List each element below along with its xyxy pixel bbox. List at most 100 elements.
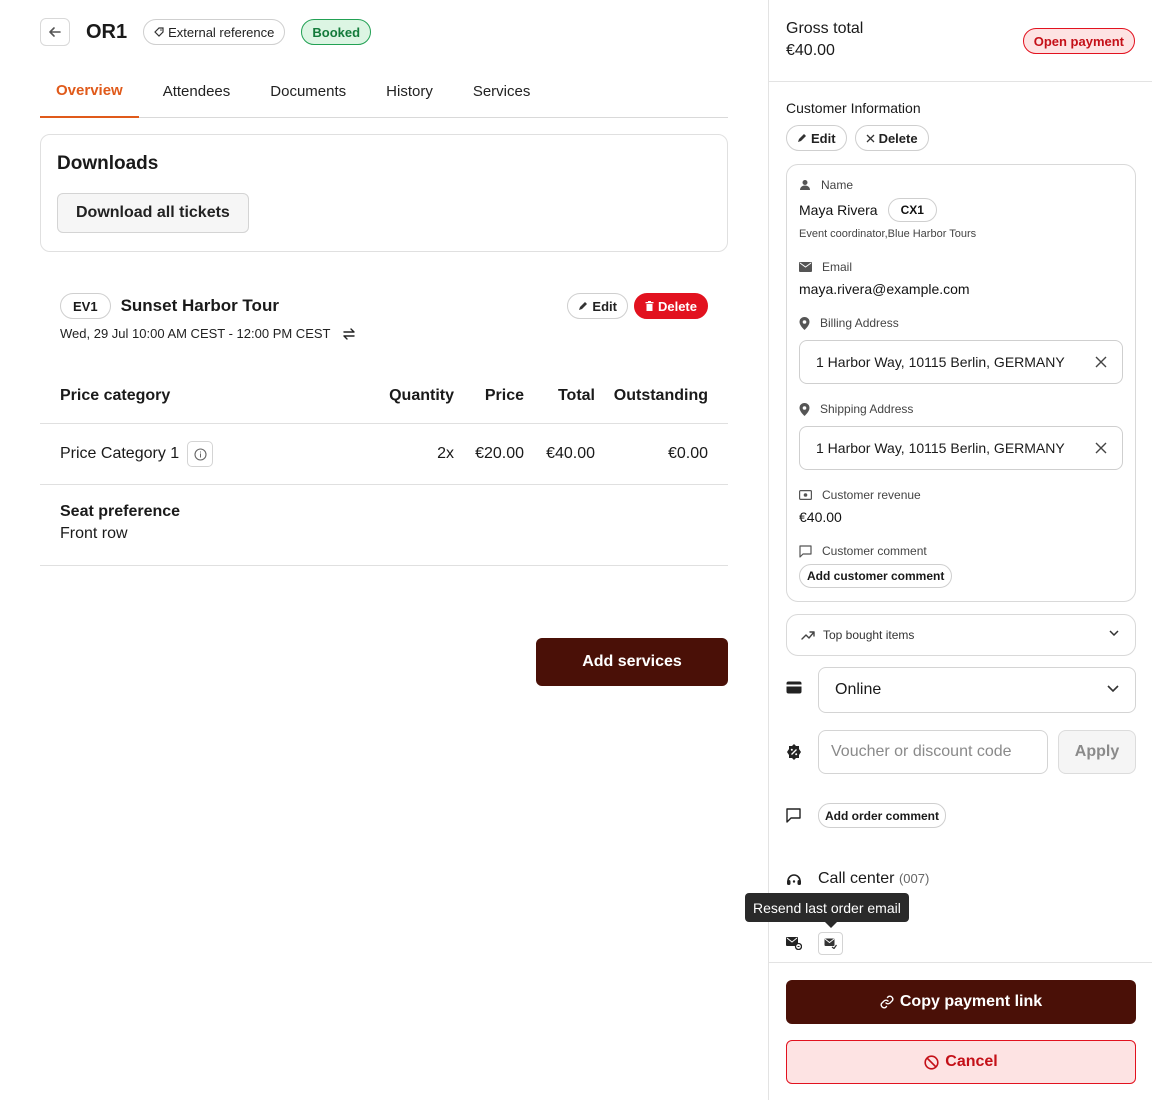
seat-preference: Seat preference Front row: [40, 485, 728, 566]
event-datetime-text: Wed, 29 Jul 10:00 AM CEST - 12:00 PM CES…: [60, 326, 331, 341]
outstanding-cell: €0.00: [667, 445, 708, 462]
shipping-address-label: Shipping Address: [799, 402, 913, 416]
headset-icon: [787, 874, 801, 885]
copy-payment-link-button[interactable]: Copy payment link: [786, 980, 1136, 1024]
email-sync-icon: [786, 937, 802, 950]
order-id: OR1: [86, 20, 128, 43]
back-button[interactable]: [40, 18, 70, 46]
resend-email-tooltip: Resend last order email: [745, 893, 909, 928]
delete-event-button[interactable]: Delete: [633, 293, 708, 319]
top-bought-items-label: Top bought items: [823, 628, 915, 642]
delete-customer-label: Delete: [878, 130, 918, 146]
discount-badge-icon: [787, 744, 801, 760]
event-name: Sunset Harbor Tour: [120, 296, 279, 315]
comment-label-text: Customer comment: [822, 544, 927, 558]
copy-payment-link-label: Copy payment link: [899, 993, 1043, 1010]
header-outstanding: Outstanding: [613, 386, 708, 404]
event-actions: Edit Delete: [567, 293, 708, 319]
tab-documents[interactable]: Documents: [254, 64, 362, 118]
header-quantity: Quantity: [389, 386, 454, 404]
downloads-title: Downloads: [57, 153, 159, 174]
edit-customer-label: Edit: [811, 130, 836, 146]
sales-channel-name: Call center: [818, 870, 895, 887]
price-category-name: Price Category 1: [60, 445, 180, 462]
payment-status-badge: Open payment: [1022, 28, 1135, 54]
tab-bar: Overview Attendees Documents History Ser…: [40, 64, 728, 118]
price-category-cell: Price Category 1: [40, 441, 366, 467]
customer-card: Name Maya Rivera CX1 Event coordinator,B…: [786, 164, 1136, 602]
name-field-label: Name: [799, 178, 853, 192]
price-cell: €20.00: [475, 445, 524, 462]
add-order-comment-button[interactable]: Add order comment: [818, 803, 947, 828]
tab-services[interactable]: Services: [457, 64, 547, 118]
voucher-input[interactable]: [818, 730, 1048, 774]
swap-arrows-icon[interactable]: [342, 327, 356, 340]
comment-icon: [786, 808, 801, 823]
email-field-label: Email: [799, 260, 852, 274]
delete-customer-button[interactable]: Delete: [854, 125, 929, 151]
location-pin-icon: [799, 402, 810, 416]
email-label-text: Email: [822, 260, 853, 274]
cash-icon: [799, 490, 812, 500]
payment-method-select[interactable]: Online: [818, 667, 1136, 713]
payment-method-value: Online: [835, 681, 882, 698]
tag-icon: [154, 27, 164, 37]
total-cell: €40.00: [546, 445, 595, 462]
clear-shipping-address-icon[interactable]: [1094, 441, 1108, 455]
tab-attendees[interactable]: Attendees: [147, 64, 247, 118]
shipping-label-text: Shipping Address: [820, 402, 914, 416]
order-main-panel: OR1 External reference Booked Overview A…: [40, 0, 728, 1100]
billing-address-field[interactable]: 1 Harbor Way, 10115 Berlin, GERMANY: [799, 340, 1123, 384]
name-label-text: Name: [821, 178, 854, 192]
edit-customer-button[interactable]: Edit: [786, 125, 847, 151]
trend-up-icon: [801, 631, 815, 640]
external-reference-button[interactable]: External reference: [143, 19, 286, 45]
tab-history[interactable]: History: [370, 64, 449, 118]
customer-id-badge[interactable]: CX1: [887, 198, 937, 222]
top-bought-items-toggle[interactable]: Top bought items: [786, 614, 1136, 656]
event-datetime: Wed, 29 Jul 10:00 AM CEST - 12:00 PM CES…: [60, 326, 356, 341]
ban-icon: [924, 1054, 939, 1070]
edit-event-button[interactable]: Edit: [567, 293, 628, 319]
billing-address-value: 1 Harbor Way, 10115 Berlin, GERMANY: [816, 354, 1065, 370]
envelope-icon: [799, 262, 812, 272]
order-header: OR1 External reference Booked: [40, 18, 372, 46]
info-button[interactable]: [187, 441, 214, 467]
price-table: Price category Quantity Price Total Outs…: [40, 368, 728, 566]
status-badge: Booked: [301, 19, 372, 45]
customer-comment-label: Customer comment: [799, 544, 927, 558]
download-all-tickets-button[interactable]: Download all tickets: [57, 193, 249, 233]
chevron-down-icon: [1109, 630, 1119, 637]
header-price-category: Price category: [60, 386, 171, 404]
customer-actions: Edit Delete: [786, 125, 929, 151]
tab-overview[interactable]: Overview: [40, 64, 139, 118]
cancel-order-label: Cancel: [945, 1053, 998, 1070]
resend-email-icon: [824, 938, 837, 949]
shipping-address-field[interactable]: 1 Harbor Way, 10115 Berlin, GERMANY: [799, 426, 1123, 470]
apply-voucher-button[interactable]: Apply: [1058, 730, 1136, 774]
trash-icon: [645, 301, 654, 311]
resend-order-email-button[interactable]: [818, 932, 843, 955]
seat-preference-label: Seat preference: [60, 503, 181, 520]
customer-revenue-value: €40.00: [799, 509, 842, 525]
price-table-header: Price category Quantity Price Total Outs…: [40, 368, 728, 424]
customer-email: maya.rivera@example.com: [799, 281, 970, 297]
info-icon: [194, 447, 207, 461]
shipping-address-value: 1 Harbor Way, 10115 Berlin, GERMANY: [816, 440, 1065, 456]
arrow-left-icon: [49, 27, 61, 37]
gross-total-section: Gross total €40.00 Open payment: [769, 0, 1152, 82]
billing-label-text: Billing Address: [820, 316, 899, 330]
edit-event-label: Edit: [592, 298, 617, 314]
billing-address-label: Billing Address: [799, 316, 899, 330]
clear-billing-address-icon[interactable]: [1094, 355, 1108, 369]
sales-channel-code: (007): [898, 871, 930, 886]
pencil-icon: [798, 134, 806, 142]
add-services-button[interactable]: Add services: [536, 638, 728, 686]
order-sidebar: Gross total €40.00 Open payment Customer…: [768, 0, 1152, 1100]
downloads-card: Downloads Download all tickets: [40, 134, 728, 252]
cancel-order-button[interactable]: Cancel: [786, 1040, 1136, 1084]
comment-icon: [799, 544, 812, 558]
add-customer-comment-button[interactable]: Add customer comment: [799, 564, 953, 588]
location-pin-icon: [799, 316, 810, 330]
external-reference-label: External reference: [168, 24, 275, 40]
